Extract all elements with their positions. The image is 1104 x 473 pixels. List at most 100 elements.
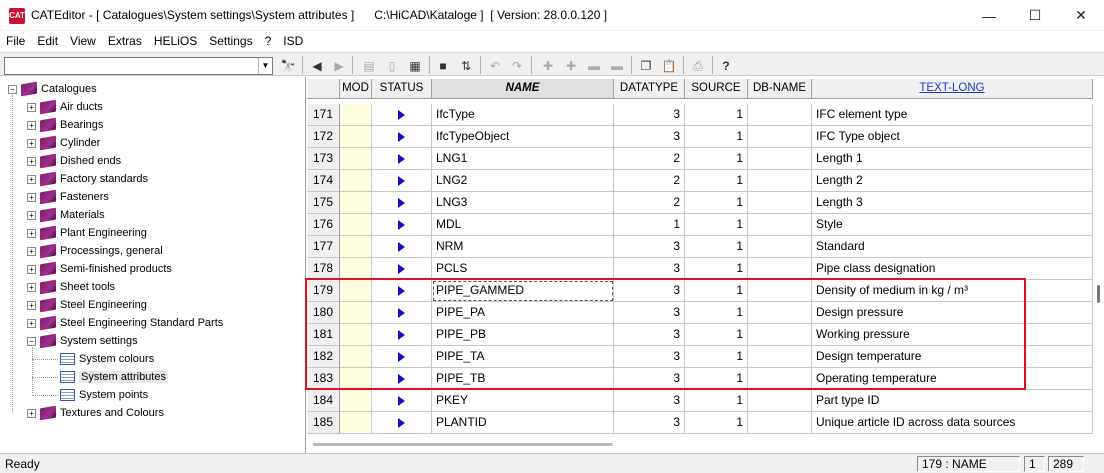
insert-row-icon[interactable]: ✚ — [539, 57, 557, 75]
column-header-name[interactable]: NAME — [432, 79, 614, 99]
collapse-icon[interactable]: − — [27, 336, 36, 346]
chevron-down-icon[interactable]: ▼ — [258, 58, 272, 74]
source-cell[interactable]: 1 — [685, 280, 748, 302]
scrollbar-thumb[interactable] — [1097, 285, 1100, 303]
tree-item[interactable]: + Cylinder — [27, 134, 100, 152]
name-cell[interactable]: NRM — [432, 236, 614, 258]
collapse-icon[interactable]: − — [8, 84, 17, 94]
expand-icon[interactable]: + — [27, 102, 36, 112]
status-cell[interactable] — [372, 412, 432, 434]
textlong-cell[interactable]: Standard — [812, 236, 1093, 258]
textlong-cell[interactable]: Design pressure — [812, 302, 1093, 324]
table-row[interactable]: 172 IfcTypeObject 3 1 IFC Type object — [307, 126, 1093, 148]
tree-item-system-points[interactable]: System points — [60, 386, 148, 404]
expand-icon[interactable]: + — [27, 138, 36, 148]
datatype-cell[interactable]: 3 — [614, 412, 685, 434]
datatype-cell[interactable]: 2 — [614, 148, 685, 170]
datatype-cell[interactable]: 1 — [614, 214, 685, 236]
expand-icon[interactable]: + — [27, 228, 36, 238]
column-header-datatype[interactable]: DATATYPE — [614, 79, 685, 99]
catalogue-combo[interactable]: ▼ — [4, 57, 273, 75]
delete-row-icon[interactable]: ▬ — [585, 57, 603, 75]
source-cell[interactable]: 1 — [685, 390, 748, 412]
textlong-cell[interactable]: Operating temperature — [812, 368, 1093, 390]
mod-cell[interactable] — [340, 368, 372, 390]
datatype-cell[interactable]: 3 — [614, 236, 685, 258]
status-cell[interactable] — [372, 390, 432, 412]
menu-help[interactable]: ? — [259, 31, 278, 51]
tree-item-system-colours[interactable]: System colours — [60, 350, 154, 368]
expand-icon[interactable]: + — [27, 408, 36, 418]
source-cell[interactable]: 1 — [685, 324, 748, 346]
name-cell[interactable]: IfcType — [432, 104, 614, 126]
delete-column-icon[interactable]: ▬ — [608, 57, 626, 75]
tree-item[interactable]: + Dished ends — [27, 152, 121, 170]
tree-item[interactable]: + Steel Engineering Standard Parts — [27, 314, 223, 332]
status-cell[interactable] — [372, 324, 432, 346]
tree-item-catalogues[interactable]: − Catalogues — [8, 80, 97, 98]
mod-cell[interactable] — [340, 258, 372, 280]
help-icon[interactable]: ? — [717, 57, 735, 75]
expand-icon[interactable]: + — [27, 120, 36, 130]
paste-icon[interactable]: 📋 — [660, 57, 678, 75]
status-cell[interactable] — [372, 148, 432, 170]
status-cell[interactable] — [372, 346, 432, 368]
status-cell[interactable] — [372, 214, 432, 236]
tree-item[interactable]: + Bearings — [27, 116, 103, 134]
table-row[interactable]: 177 NRM 3 1 Standard — [307, 236, 1093, 258]
tree-item[interactable]: + Factory standards — [27, 170, 148, 188]
name-cell[interactable]: PIPE_GAMMED — [432, 280, 614, 302]
mod-cell[interactable] — [340, 236, 372, 258]
dbname-cell[interactable] — [748, 280, 812, 302]
table-row[interactable]: 179 PIPE_GAMMED 3 1 Density of medium in kg … — [307, 280, 1093, 302]
source-cell[interactable]: 1 — [685, 236, 748, 258]
status-cell[interactable] — [372, 280, 432, 302]
name-cell[interactable]: PKEY — [432, 390, 614, 412]
dbname-cell[interactable] — [748, 368, 812, 390]
status-cell[interactable] — [372, 104, 432, 126]
expand-icon[interactable]: + — [27, 192, 36, 202]
new-table-icon[interactable]: ▤ — [360, 57, 378, 75]
datatype-cell[interactable]: 3 — [614, 324, 685, 346]
expand-icon[interactable]: + — [27, 246, 36, 256]
table-row[interactable]: 174 LNG2 2 1 Length 2 — [307, 170, 1093, 192]
column-header-status[interactable]: STATUS — [372, 79, 432, 99]
column-header-dbname[interactable]: DB-NAME — [748, 79, 812, 99]
status-cell[interactable] — [372, 126, 432, 148]
back-icon[interactable]: ◀ — [308, 57, 326, 75]
print-icon[interactable]: ⎙ — [689, 57, 707, 75]
source-cell[interactable]: 1 — [685, 346, 748, 368]
tree-item[interactable]: + Plant Engineering — [27, 224, 147, 242]
undo-icon[interactable]: ↶ — [486, 57, 504, 75]
textlong-cell[interactable]: Working pressure — [812, 324, 1093, 346]
mod-cell[interactable] — [340, 214, 372, 236]
column-header-source[interactable]: SOURCE — [685, 79, 748, 99]
source-cell[interactable]: 1 — [685, 126, 748, 148]
dbname-cell[interactable] — [748, 346, 812, 368]
table-row[interactable]: 173 LNG1 2 1 Length 1 — [307, 148, 1093, 170]
vertical-scrollbar[interactable] — [1093, 77, 1104, 453]
table-row[interactable]: 171 IfcType 3 1 IFC element type — [307, 104, 1093, 126]
dbname-cell[interactable] — [748, 192, 812, 214]
dbname-cell[interactable] — [748, 258, 812, 280]
name-cell[interactable]: LNG1 — [432, 148, 614, 170]
tree-item[interactable]: + Air ducts — [27, 98, 103, 116]
dbname-cell[interactable] — [748, 412, 812, 434]
source-cell[interactable]: 1 — [685, 214, 748, 236]
textlong-cell[interactable]: Density of medium in kg / m³ — [812, 280, 1093, 302]
sort-icon[interactable]: ⇅ — [457, 57, 475, 75]
menu-isd[interactable]: ISD — [277, 31, 309, 51]
status-cell[interactable] — [372, 302, 432, 324]
dbname-cell[interactable] — [748, 148, 812, 170]
mod-cell[interactable] — [340, 148, 372, 170]
textlong-cell[interactable]: IFC element type — [812, 104, 1093, 126]
tree-item[interactable]: + Fasteners — [27, 188, 109, 206]
textlong-cell[interactable]: IFC Type object — [812, 126, 1093, 148]
menu-extras[interactable]: Extras — [102, 31, 148, 51]
datatype-cell[interactable]: 3 — [614, 302, 685, 324]
datatype-cell[interactable]: 2 — [614, 192, 685, 214]
menu-settings[interactable]: Settings — [203, 31, 258, 51]
dbname-cell[interactable] — [748, 302, 812, 324]
table-row[interactable]: 178 PCLS 3 1 Pipe class designation — [307, 258, 1093, 280]
textlong-cell[interactable]: Part type ID — [812, 390, 1093, 412]
